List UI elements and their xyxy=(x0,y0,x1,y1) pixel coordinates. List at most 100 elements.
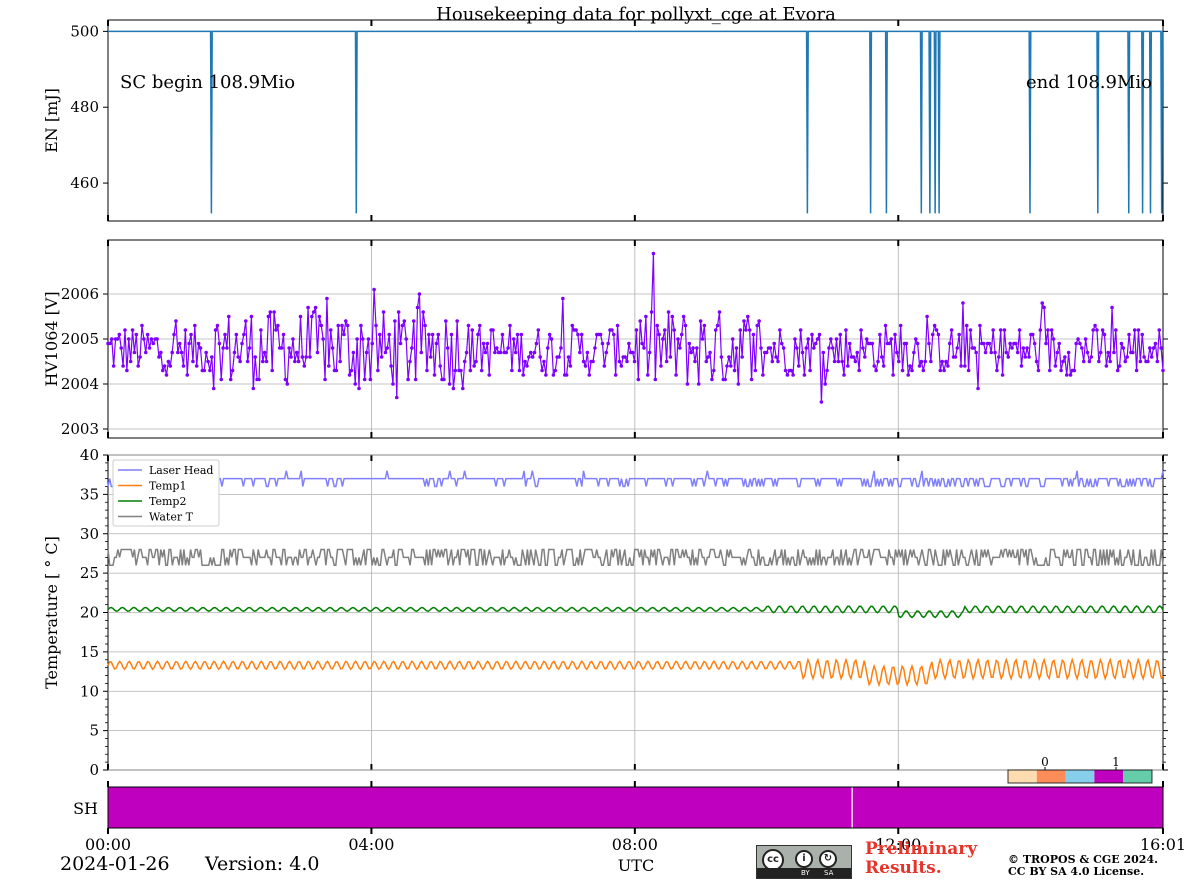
hv1064-point xyxy=(551,373,556,377)
hv1064-point xyxy=(955,346,960,350)
hv1064-point xyxy=(174,319,178,323)
legend-label: Temp1 xyxy=(149,480,186,493)
hv1064-point xyxy=(896,359,901,364)
hv1064-point xyxy=(764,350,769,355)
hv1064-point xyxy=(878,332,882,337)
hv1064-point xyxy=(445,346,450,350)
hv1064-point xyxy=(1055,350,1060,355)
hv1064-point xyxy=(383,350,388,355)
hv1064-point xyxy=(936,332,941,337)
hv1064-point xyxy=(912,350,916,355)
hv1064-point xyxy=(404,337,408,341)
hv1064-point xyxy=(185,373,190,377)
hv1064-point xyxy=(427,332,431,337)
hv1064-point xyxy=(270,368,274,373)
hv1064-point xyxy=(391,382,395,386)
hv1064-y-tick-label: 2006 xyxy=(61,285,99,303)
hv1064-point xyxy=(487,373,492,377)
hv1064-point xyxy=(632,359,637,364)
hv1064-point xyxy=(483,350,488,355)
hv1064-point xyxy=(1097,359,1101,364)
hv1064-point xyxy=(940,359,944,364)
hv1064-point xyxy=(249,314,254,319)
hv1064-point xyxy=(1146,359,1150,364)
hv1064-point xyxy=(155,337,159,341)
hv1064-point xyxy=(498,350,503,355)
hv1064-point xyxy=(696,382,701,386)
energy-series-line xyxy=(108,30,1164,214)
hv1064-point xyxy=(776,359,780,364)
hv1064-point xyxy=(126,337,131,341)
hv1064-point xyxy=(349,368,354,373)
hv1064-point xyxy=(253,355,258,359)
hv1064-point xyxy=(647,350,652,355)
hv1064-point xyxy=(181,364,186,368)
hv1064-point xyxy=(1023,355,1028,359)
hv1064-point xyxy=(1155,359,1160,364)
hv1064-point xyxy=(712,368,716,373)
temperature-y-tick-label: 5 xyxy=(89,722,99,740)
series-line-laser-head xyxy=(107,470,1164,488)
hv1064-point xyxy=(442,377,446,382)
hv1064-point xyxy=(579,332,584,337)
hv1064-point xyxy=(968,328,973,332)
hv1064-point xyxy=(576,332,580,337)
hv1064-point xyxy=(679,332,684,337)
hv1064-point xyxy=(142,337,146,341)
hv1064-point xyxy=(900,368,905,373)
hv1064-point xyxy=(1140,332,1145,337)
hv1064-point xyxy=(259,328,263,332)
hv1064-point xyxy=(479,368,484,373)
hv1064-point xyxy=(364,350,369,355)
hv1064-point xyxy=(494,346,499,350)
hv1064-point xyxy=(559,346,563,350)
hv1064-point xyxy=(796,364,801,368)
hv1064-point xyxy=(834,337,839,341)
hv1064-point xyxy=(366,337,371,341)
hv1064-point xyxy=(534,341,539,346)
x-tick-label: 16:01 xyxy=(1140,835,1186,854)
hv1064-point xyxy=(753,368,758,373)
hv1064-point xyxy=(306,305,310,310)
hv1064-point xyxy=(1066,350,1071,355)
hv1064-point xyxy=(517,368,522,373)
hv1064-point xyxy=(219,377,224,382)
hv1064-point xyxy=(128,359,133,364)
hv1064-point xyxy=(655,323,660,328)
hv1064-point xyxy=(908,364,912,368)
hv1064-point xyxy=(1151,346,1156,350)
hv1064-point xyxy=(636,377,641,382)
hv1064-point xyxy=(132,350,137,355)
hv1064-point xyxy=(168,364,173,368)
hv1064-point xyxy=(1119,341,1124,346)
hv1064-point xyxy=(1038,328,1043,332)
hv1064-point xyxy=(1100,328,1105,332)
hv1064-point xyxy=(532,350,537,355)
hv1064-y-label: HV1064 [V] xyxy=(42,291,61,386)
hv1064-point xyxy=(434,341,439,346)
hv1064-point xyxy=(213,328,218,332)
hv1064-point xyxy=(713,328,718,332)
hv1064-point xyxy=(398,341,403,346)
hv1064-point xyxy=(553,368,558,373)
hv1064-point xyxy=(1098,350,1103,355)
hv1064-point xyxy=(393,319,397,323)
hv1064-point xyxy=(347,373,352,377)
hv1064-point xyxy=(310,314,314,319)
hv1064-point xyxy=(343,319,348,323)
hv1064-series-line xyxy=(108,253,1164,403)
hv1064-point xyxy=(804,346,809,350)
hv1064-point xyxy=(1068,373,1073,377)
hv1064-point xyxy=(421,310,425,314)
hv1064-point xyxy=(949,328,954,332)
hv1064-point xyxy=(613,373,618,377)
hv1064-point xyxy=(257,377,261,382)
hv1064-point xyxy=(455,319,459,323)
hv1064-y-tick-label: 2004 xyxy=(61,375,99,393)
hv1064-point xyxy=(1091,328,1095,332)
hv1064-point xyxy=(795,346,799,350)
hv1064-point xyxy=(234,332,239,337)
hv1064-point xyxy=(276,323,280,328)
hv1064-point xyxy=(725,364,729,368)
hv1064-point xyxy=(702,323,707,328)
